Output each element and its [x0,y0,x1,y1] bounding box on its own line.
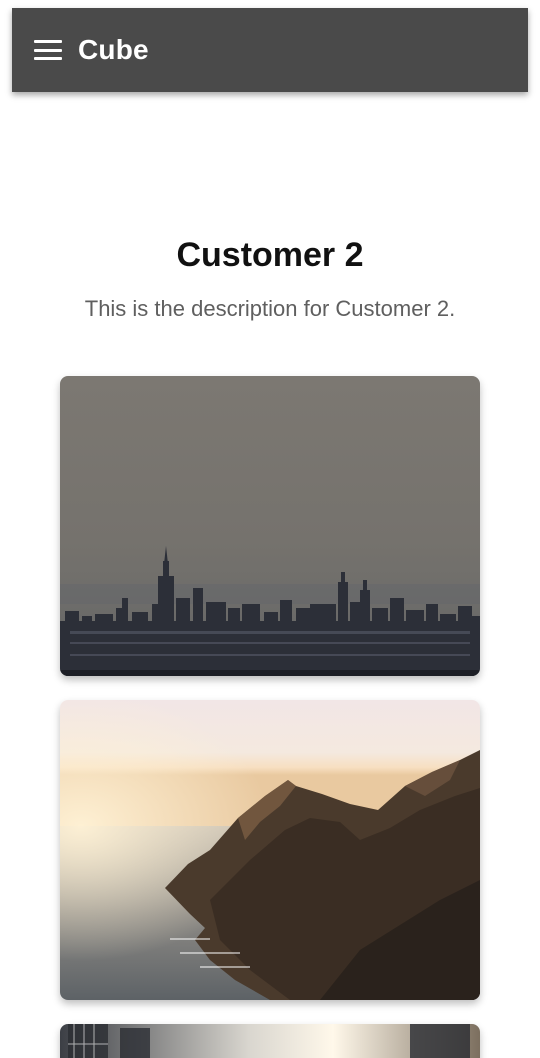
sunlit-buildings-image [60,1024,480,1058]
app-title: Cube [78,34,149,65]
coastal-cliffs-photo[interactable] [60,700,480,1000]
city-skyline-photo[interactable] [60,376,480,676]
app-screen: Cube Customer 2 This is the description … [0,0,540,1058]
customer-description: This is the description for Customer 2. [84,296,456,321]
city-skyline-image [60,376,480,676]
menu-icon[interactable] [34,40,62,60]
sea-cliffs-image [60,700,480,1000]
customer-title: Customer 2 [176,236,364,274]
app-bar: Cube [12,8,528,92]
city-street-photo[interactable] [60,1024,480,1058]
